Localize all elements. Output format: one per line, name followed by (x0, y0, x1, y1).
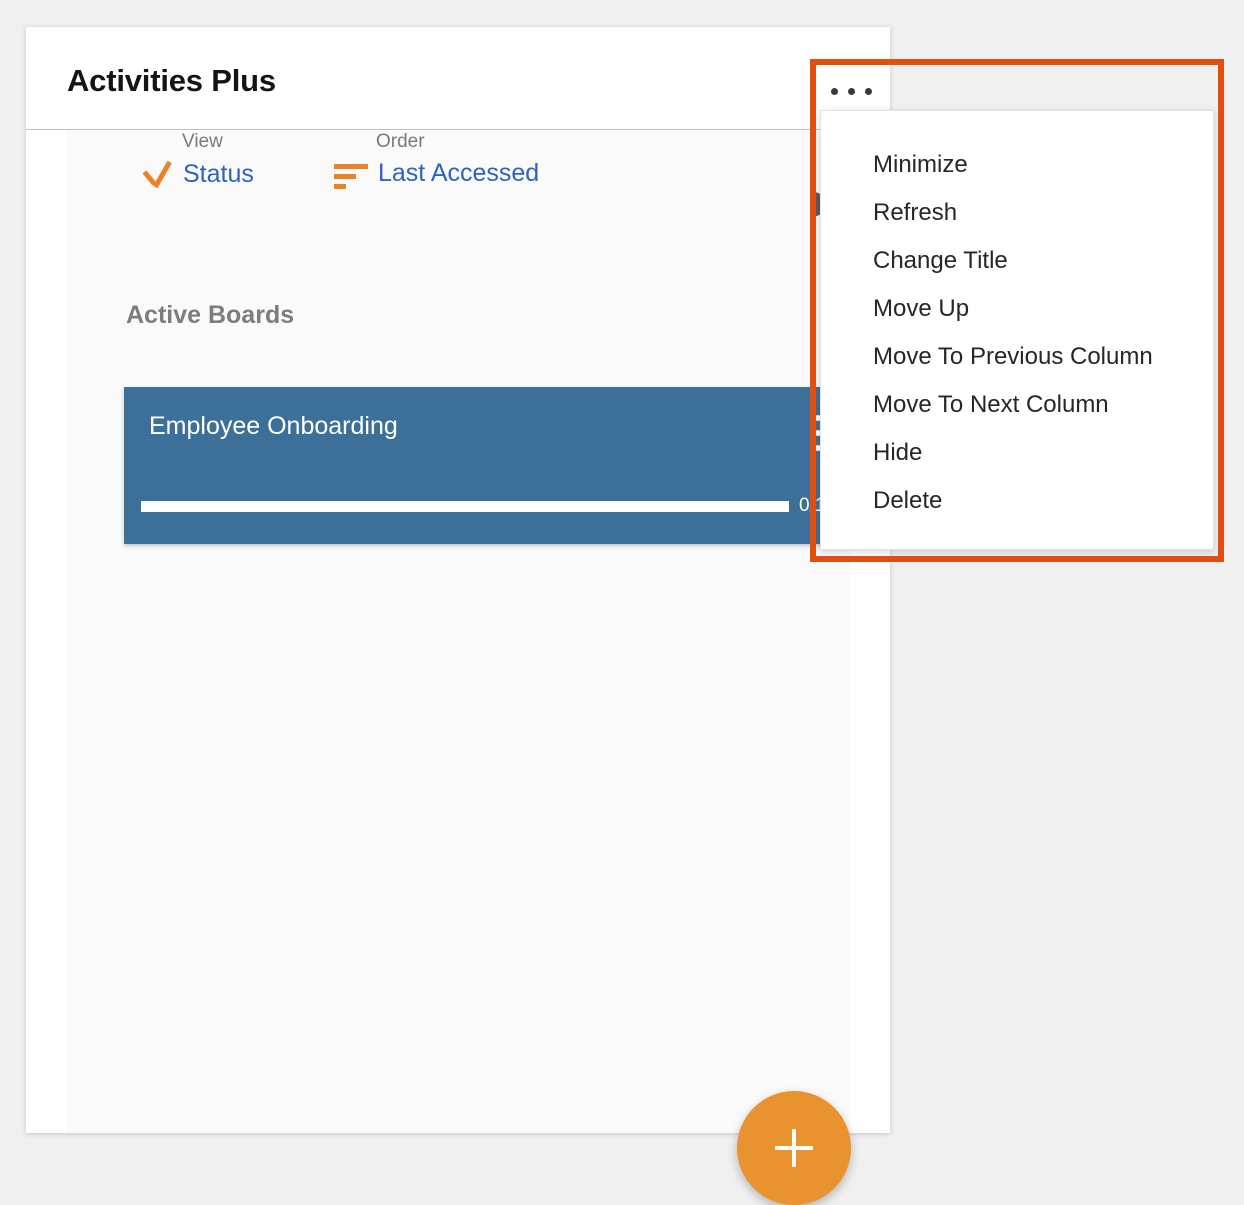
title-bar: Activities Plus (26, 27, 890, 130)
board-column-panel: View Status Order Last Accessed Active B… (66, 131, 858, 1205)
menu-item-change-title[interactable]: Change Title (821, 237, 1213, 285)
board-progress-row: 0/14 (141, 495, 836, 517)
menu-item-delete[interactable]: Delete (821, 477, 1213, 525)
board-card-title: Employee Onboarding (149, 412, 398, 440)
sort-bar (334, 173, 356, 179)
order-caption: Order (376, 131, 425, 152)
window-body: View Status Order Last Accessed Active B… (26, 131, 890, 1205)
add-board-button[interactable] (737, 1091, 851, 1205)
column-context-menu[interactable]: Minimize Refresh Change Title Move Up Mo… (820, 110, 1214, 550)
plus-icon-stem (792, 1129, 796, 1167)
dot (864, 87, 872, 95)
view-value: Status (183, 159, 254, 188)
menu-item-refresh[interactable]: Refresh (821, 189, 1213, 237)
menu-item-move-up[interactable]: Move Up (821, 285, 1213, 333)
menu-item-hide[interactable]: Hide (821, 429, 1213, 477)
menu-item-minimize[interactable]: Minimize (821, 141, 1213, 189)
active-boards-heading: Active Boards (126, 301, 295, 329)
ellipsis-horizontal-icon[interactable] (822, 73, 880, 109)
sort-bar (334, 163, 368, 169)
view-selector[interactable]: Status (141, 159, 254, 189)
check-icon (141, 159, 173, 189)
order-selector[interactable]: Last Accessed (334, 159, 540, 189)
view-control-group: View Status (141, 131, 254, 189)
sort-bar (334, 183, 346, 189)
menu-item-move-to-next-column[interactable]: Move To Next Column (821, 381, 1213, 429)
page-title: Activities Plus (67, 63, 276, 98)
progress-bar (141, 500, 790, 512)
order-control-group: Order Last Accessed (334, 131, 540, 189)
view-caption: View (182, 131, 223, 152)
dot (830, 87, 838, 95)
order-value: Last Accessed (378, 159, 540, 187)
sort-descending-icon (334, 161, 368, 189)
menu-item-move-to-previous-column[interactable]: Move To Previous Column (821, 333, 1213, 381)
app-window: Activities Plus View Status Order Last A… (26, 27, 890, 1205)
left-gutter (26, 131, 66, 1133)
board-card-employee-onboarding[interactable]: Employee Onboarding 0/14 (124, 387, 853, 544)
column-toolbar: View Status Order Last Accessed (66, 131, 858, 263)
dot (847, 87, 855, 95)
